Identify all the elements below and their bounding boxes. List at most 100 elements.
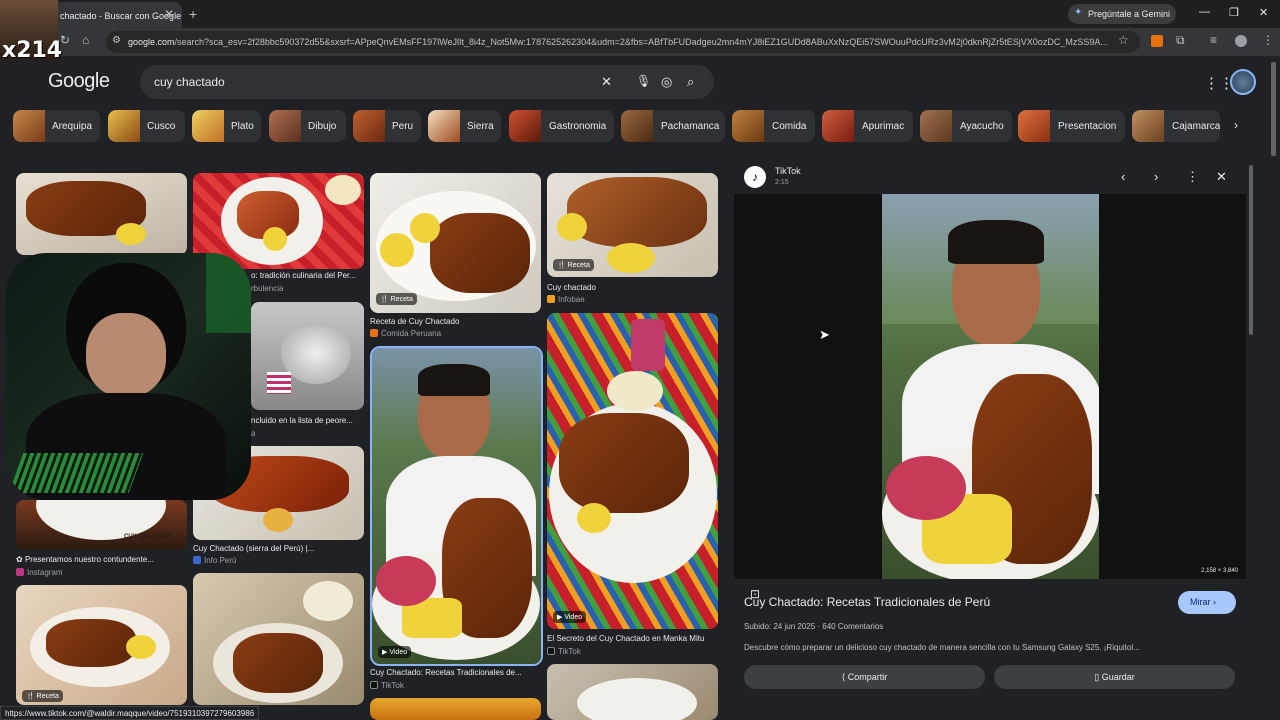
close-tab-icon[interactable]: ✕ (164, 7, 174, 21)
result-source[interactable]: Info Perú (193, 556, 236, 565)
chip-peru[interactable]: Peru (353, 110, 421, 142)
site-icon (193, 556, 201, 564)
result-image[interactable]: 🍴 Receta (547, 173, 718, 277)
result-caption[interactable]: o: tradición culinaria del Per... (251, 271, 364, 280)
result-caption[interactable]: ✿ Presentamos nuestro contundente... (16, 555, 187, 564)
watch-button[interactable]: Mirar › (1178, 591, 1236, 614)
lens-icon[interactable]: ◎ (661, 74, 672, 90)
microphone-icon[interactable]: 🎙 (636, 74, 651, 88)
chip-apurimac[interactable]: Apurimac (822, 110, 913, 142)
chip-pachamanca[interactable]: Pachamanca (621, 110, 725, 142)
search-icon[interactable]: ⌕ (687, 74, 694, 90)
bookmark-star-icon[interactable]: ☆ (1118, 33, 1129, 47)
result-caption[interactable]: ncluido en la lista de peore... (251, 416, 364, 425)
plate-shape (577, 678, 697, 720)
person-hair-shape (948, 220, 1044, 264)
bookmark-icon: ▯ (1094, 672, 1100, 682)
google-logo[interactable]: Google (48, 70, 110, 93)
result-source[interactable]: Instagram (16, 568, 63, 577)
chip-gastronomia[interactable]: Gastronomia (509, 110, 614, 142)
chip-label: Ayacucho (960, 121, 1004, 132)
maximize-icon[interactable]: ❐ (1229, 6, 1239, 19)
share-button[interactable]: ⟨ Compartir (744, 665, 985, 689)
chip-cajamarca[interactable]: Cajamarca (1132, 110, 1220, 142)
search-input[interactable]: cuy chactado (154, 75, 225, 89)
result-source[interactable]: rbulencia (251, 284, 283, 293)
image-dimensions: 2,158 × 3,840 (1201, 568, 1238, 574)
result-source[interactable]: TikTok (547, 647, 581, 656)
gemini-button[interactable]: ✦ Pregúntale a Gemini (1068, 4, 1176, 24)
chevron-left-icon[interactable]: ‹ (1121, 169, 1125, 184)
result-caption[interactable]: Cuy Chactado: Recetas Tradicionales de..… (370, 668, 541, 677)
result-caption[interactable]: El Secreto del Cuy Chactado en Manka Mit… (547, 634, 718, 643)
result-caption[interactable]: Cuy Chactado (sierra del Perú) |... (193, 544, 364, 553)
omnibox[interactable]: google.com/search?sca_esv=2f28bbc590372d… (106, 31, 1140, 53)
result-image[interactable]: CUY CHACTADO (16, 500, 187, 550)
chevron-right-icon[interactable]: › (1154, 169, 1158, 184)
menu-dots-icon[interactable]: ⋮ (1262, 33, 1274, 47)
result-image[interactable]: ▶ Video (547, 313, 718, 629)
site-info-icon[interactable]: ⚙ (112, 35, 121, 46)
minimize-icon[interactable]: — (1199, 6, 1210, 18)
new-tab-icon[interactable]: + (189, 6, 197, 22)
panel-meta: Subido: 24 jun 2025 · 640 Comentarios (744, 622, 884, 631)
food-shape (430, 213, 530, 293)
panel-duration: 2:15 (775, 179, 789, 186)
browser-tab[interactable]: chactado - Buscar con Google (52, 2, 182, 28)
result-image[interactable] (370, 698, 541, 720)
tiktok-icon (370, 681, 378, 689)
chip-dibujo[interactable]: Dibujo (269, 110, 346, 142)
preview-image[interactable] (882, 194, 1099, 579)
site-icon (547, 295, 555, 303)
instagram-icon (16, 568, 24, 576)
keyboard-shape (8, 453, 144, 493)
result-caption[interactable]: Cuy chactado (547, 283, 718, 292)
result-image-selected[interactable]: ▶ Video (370, 346, 543, 666)
panel-scrollbar[interactable] (1249, 165, 1253, 335)
chip-thumbnail (13, 110, 45, 142)
chip-cusco[interactable]: Cusco (108, 110, 185, 142)
extensions-icon[interactable]: ⧉ (1176, 33, 1185, 48)
result-image[interactable] (547, 664, 718, 720)
media-controls-icon[interactable]: ≡ (1210, 33, 1217, 47)
page-scrollbar[interactable] (1271, 62, 1276, 156)
guinea-pig-shape (281, 322, 351, 384)
result-image[interactable]: 🍴 Receta (16, 585, 187, 705)
chip-plato[interactable]: Plato (192, 110, 261, 142)
result-source[interactable]: a (251, 429, 255, 438)
chip-arequipa[interactable]: Arequipa (13, 110, 100, 142)
more-options-icon[interactable]: ⋮ (1186, 169, 1199, 185)
panel-source[interactable]: TikTok (775, 166, 801, 176)
recipe-badge: 🍴 Receta (553, 259, 594, 271)
preview-panel: ♪ TikTok 2:15 ‹ › ⋮ ✕ 2,158 × 3,840 ⊡ Cu… (734, 157, 1246, 720)
close-icon[interactable]: ✕ (1216, 169, 1227, 185)
chevron-right-icon[interactable]: › (1234, 118, 1238, 132)
result-source[interactable]: TikTok (370, 681, 404, 690)
save-button[interactable]: ▯ Guardar (994, 665, 1235, 689)
food-shape (380, 233, 414, 267)
home-icon[interactable]: ⌂ (82, 33, 89, 47)
chip-presentacion[interactable]: Presentacion (1018, 110, 1125, 142)
preview-image-area[interactable]: 2,158 × 3,840 ⊡ (734, 194, 1246, 601)
result-caption[interactable]: Receta de Cuy Chactado (370, 317, 541, 326)
result-source[interactable]: Infobae (547, 295, 585, 304)
result-image[interactable] (193, 573, 364, 705)
profile-icon[interactable] (1235, 35, 1247, 47)
chip-thumbnail (353, 110, 385, 142)
close-window-icon[interactable]: ✕ (1259, 6, 1268, 19)
share-icon: ⟨ (841, 672, 846, 682)
chip-comida[interactable]: Comida (732, 110, 815, 142)
result-source-text: Info Perú (204, 556, 237, 565)
result-source[interactable]: Comida Peruana (370, 329, 441, 338)
result-image[interactable]: 🍴 Receta (370, 173, 541, 313)
clear-search-icon[interactable]: ✕ (601, 74, 612, 90)
food-shape (233, 633, 323, 693)
avatar[interactable] (1230, 69, 1256, 95)
panel-title[interactable]: Cuy Chactado: Recetas Tradicionales de P… (744, 595, 990, 609)
result-image[interactable] (16, 173, 187, 255)
search-box[interactable]: cuy chactado ✕ 🎙 ◎ ⌕ (140, 65, 714, 99)
chip-sierra[interactable]: Sierra (428, 110, 501, 142)
chip-ayacucho[interactable]: Ayacucho (920, 110, 1012, 142)
extension-fox-icon[interactable] (1151, 35, 1163, 47)
result-image[interactable] (251, 302, 364, 410)
